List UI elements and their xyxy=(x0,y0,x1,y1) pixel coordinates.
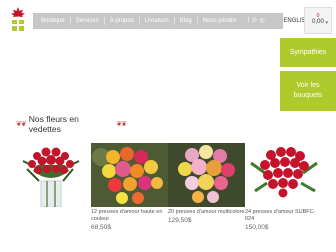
main-nav: Boutique Services À propos Livraison Blo… xyxy=(33,13,283,29)
product-image[interactable] xyxy=(168,143,245,207)
chevron-down-icon: ▾ xyxy=(325,20,328,26)
product-card[interactable]: 20 preuves d'amour multicolore 129,50$ xyxy=(168,143,245,224)
flower-ornament-icon: ❦❦ xyxy=(16,121,27,128)
product-name[interactable]: 20 preuves d'amour multicolore xyxy=(168,209,245,216)
product-price: 68,50$ xyxy=(91,224,111,231)
pinterest-icon[interactable]: ℗ xyxy=(252,13,256,29)
product-card[interactable]: 24 preuves d'amour SUBFC-024 150,00$ xyxy=(245,143,323,231)
product-price: 150,00$ xyxy=(245,224,269,231)
product-name[interactable]: 12 preuves d'amour haute en couleur xyxy=(91,209,168,223)
section-heading: Nos fleurs en vedettes xyxy=(28,114,79,134)
product-price: 129,50$ xyxy=(168,217,192,224)
nav-services[interactable]: Services xyxy=(71,13,104,29)
flower-ornament-icon: ❦❦ xyxy=(116,121,127,128)
product-name[interactable]: 24 preuves d'amour SUBFC-024 xyxy=(245,209,323,223)
sympathies-button[interactable]: Sympathies xyxy=(280,38,336,67)
social-links: f ℗ ◎ xyxy=(247,13,264,29)
nav-a-propos[interactable]: À propos xyxy=(105,13,139,29)
nav-livraison[interactable]: Livraison xyxy=(140,13,174,29)
instagram-icon[interactable]: ◎ xyxy=(260,13,265,29)
view-bouquets-button[interactable]: Voir les bouquets xyxy=(280,71,336,111)
featured-section-title: ❦❦ Nos fleurs en vedettes ❦❦ xyxy=(16,114,127,134)
product-image[interactable] xyxy=(245,143,323,207)
nav-nous-joindre[interactable]: Nous joindre xyxy=(198,13,242,29)
nav-blog[interactable]: Blog xyxy=(175,13,197,29)
nav-boutique[interactable]: Boutique xyxy=(36,13,70,29)
cart-widget[interactable]: 0 0,00 ▾ xyxy=(304,7,332,34)
product-image[interactable] xyxy=(91,143,168,207)
brand-logo[interactable] xyxy=(9,6,27,32)
product-card[interactable] xyxy=(13,143,90,209)
facebook-icon[interactable]: f xyxy=(247,13,249,29)
product-image[interactable] xyxy=(13,143,90,207)
product-card[interactable]: 12 preuves d'amour haute en couleur 68,5… xyxy=(91,143,168,231)
